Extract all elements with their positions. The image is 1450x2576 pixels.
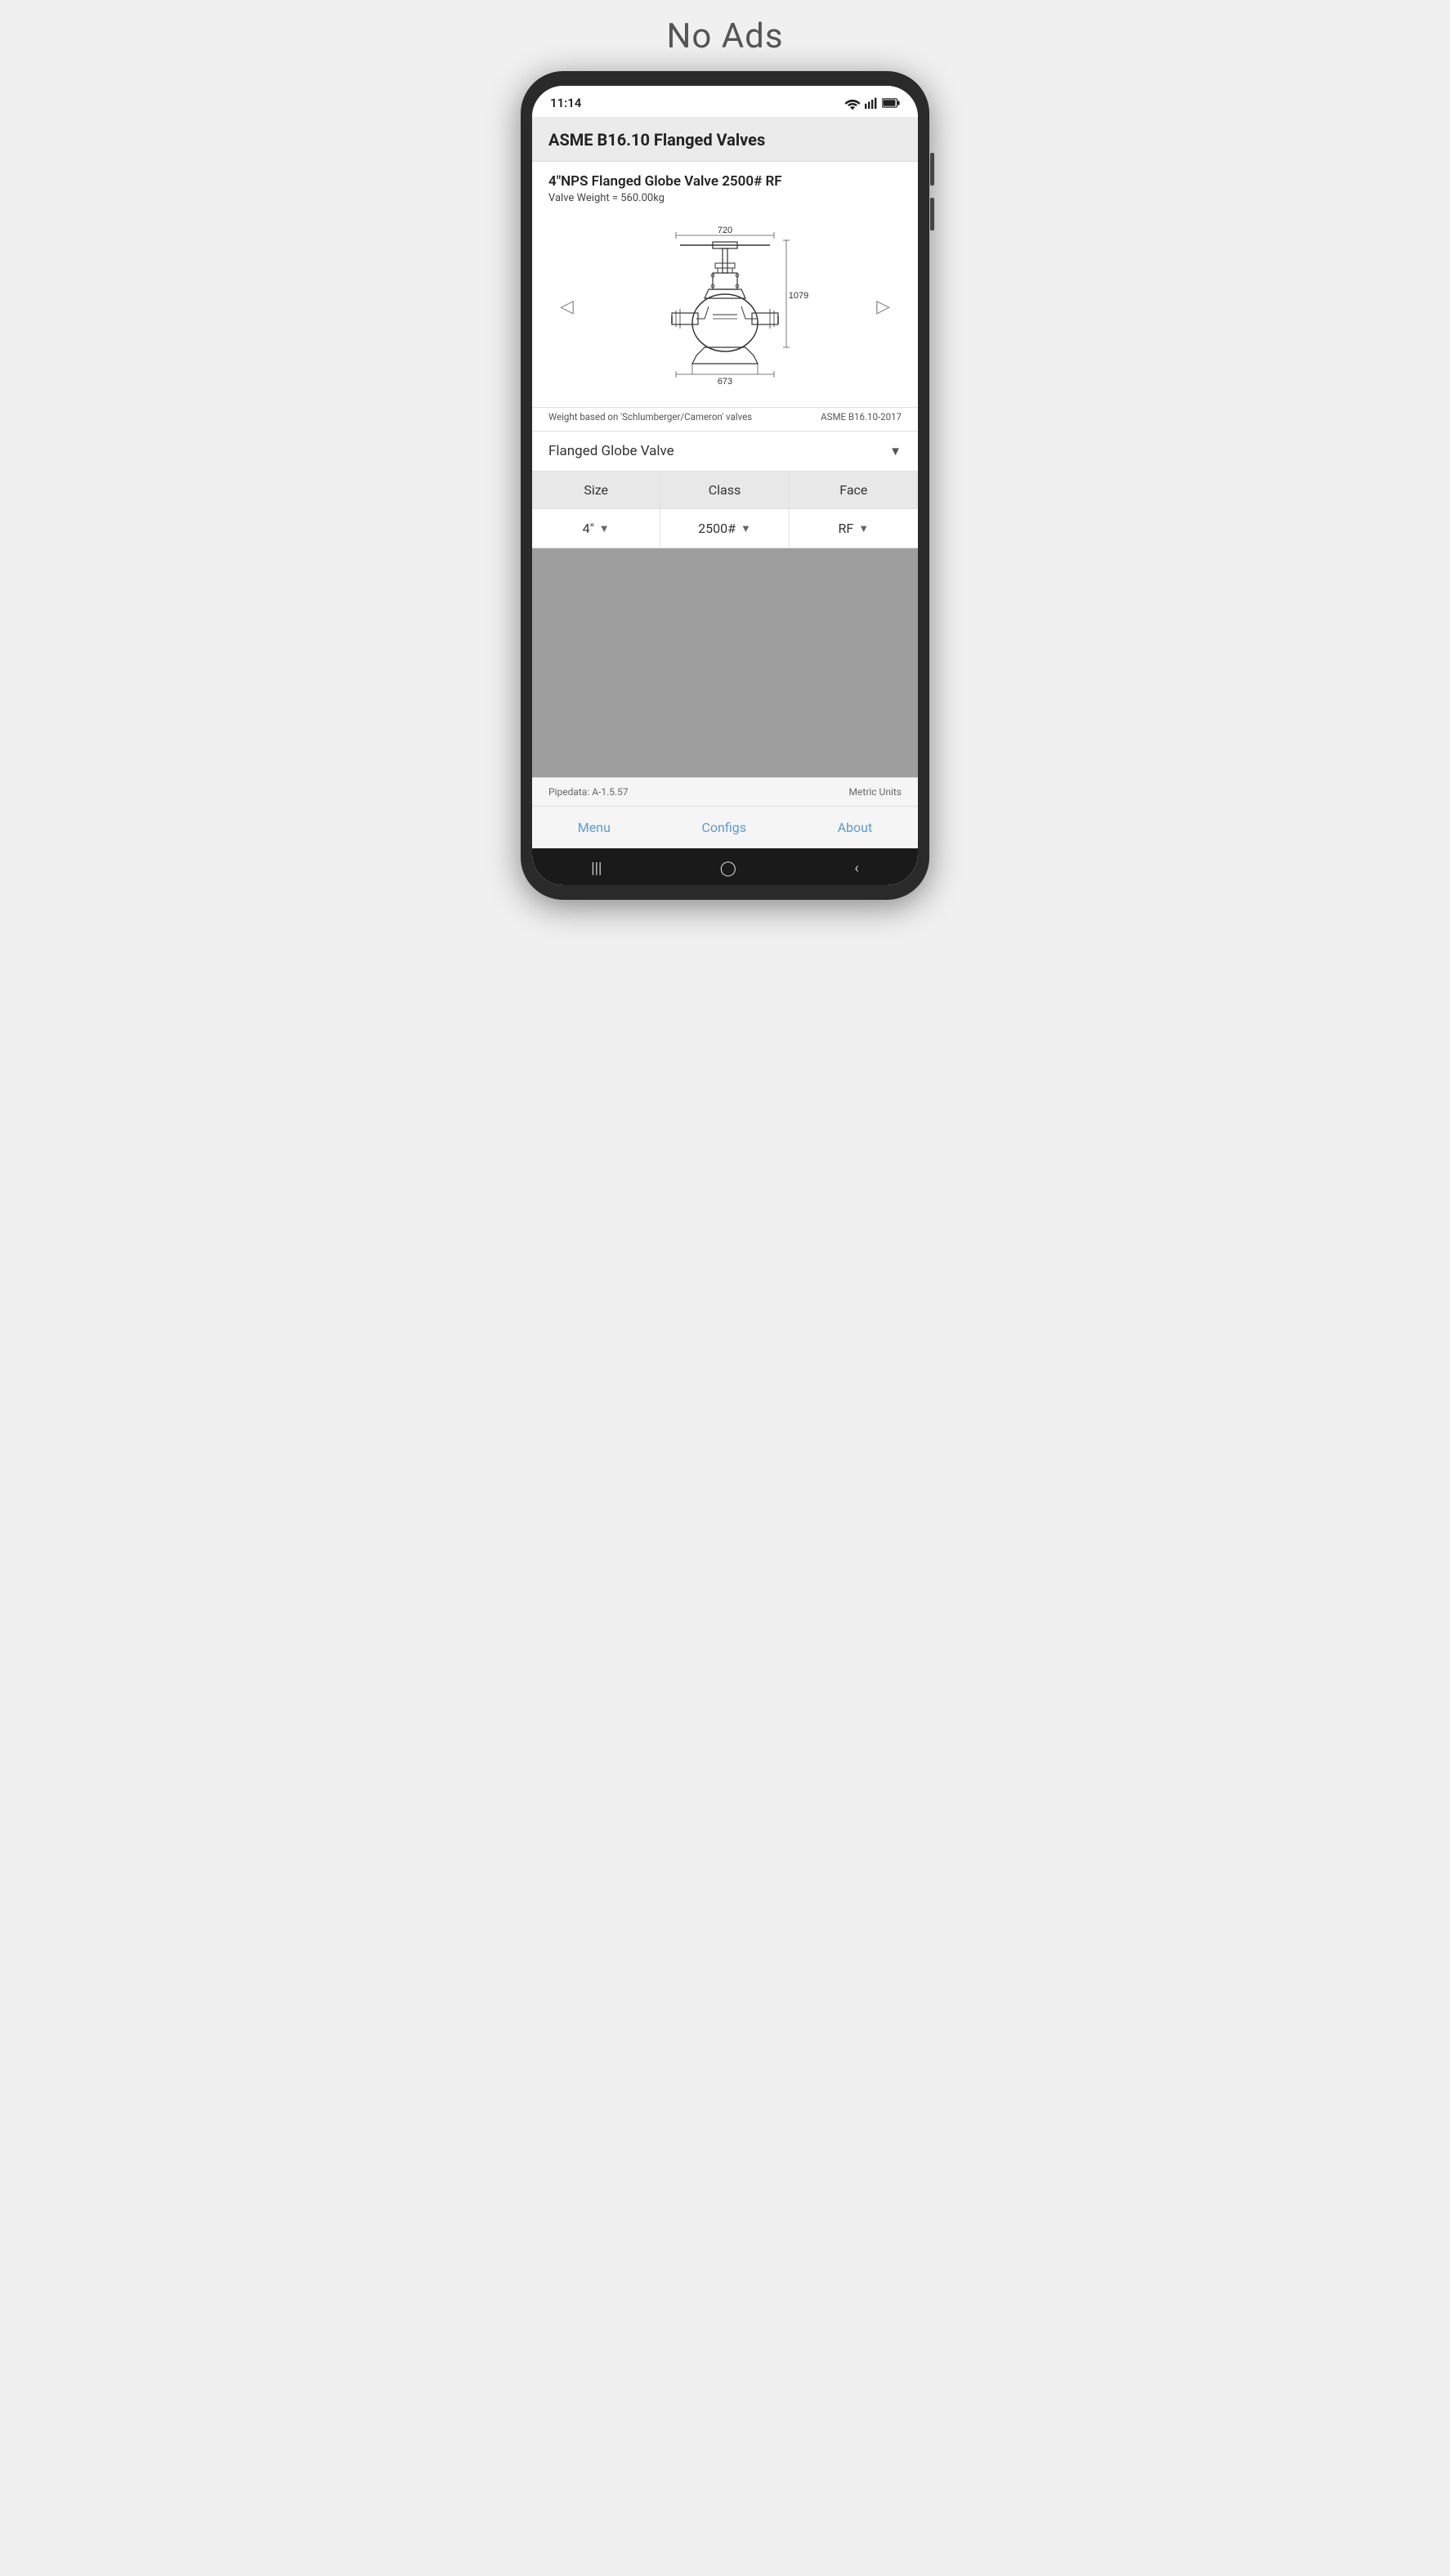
wifi-icon [844, 96, 861, 110]
app-header: ASME B16.10 Flanged Valves [532, 117, 918, 162]
volume-button-2 [930, 198, 934, 230]
status-bar: 11:14 [532, 86, 918, 117]
class-dropdown-icon: ▼ [741, 522, 751, 535]
valve-info: 4"NPS Flanged Globe Valve 2500# RF Valve… [532, 162, 918, 408]
content-area [532, 548, 918, 777]
signal-icon [865, 96, 878, 110]
android-recent-icon[interactable]: ||| [591, 860, 602, 877]
standard: ASME B16.10-2017 [821, 411, 902, 423]
android-nav-bar: ||| ◯ ‹ [532, 848, 918, 885]
face-selector[interactable]: RF ▼ [790, 509, 918, 548]
valve-type-label: Flanged Globe Valve [548, 443, 674, 459]
valve-type-dropdown[interactable]: Flanged Globe Valve ▼ [532, 432, 918, 472]
face-dropdown-icon: ▼ [858, 522, 869, 535]
valve-name: 4"NPS Flanged Globe Valve 2500# RF [548, 173, 902, 190]
size-dropdown-icon: ▼ [599, 522, 610, 535]
col-header-class: Class [660, 472, 789, 508]
bottom-status: Pipedata: A-1.5.57 Metric Units [532, 777, 918, 806]
app-title: ASME B16.10 Flanged Valves [548, 130, 765, 150]
face-value: RF [839, 521, 854, 536]
size-selector[interactable]: 4" ▼ [532, 509, 660, 548]
next-arrow[interactable]: ▷ [870, 288, 897, 325]
units-label: Metric Units [849, 786, 902, 798]
svg-text:720: 720 [718, 226, 732, 235]
weight-note: Weight based on 'Schlumberger/Cameron' v… [548, 411, 752, 423]
diagram-container: ◁ 720 1079 [548, 212, 902, 400]
battery-icon [882, 97, 900, 109]
phone-frame: 11:14 [521, 71, 929, 900]
table-header: Size Class Face [532, 472, 918, 509]
valve-weight: Valve Weight = 560.00kg [548, 192, 902, 204]
class-value: 2500# [698, 521, 736, 536]
menu-button[interactable]: Menu [562, 816, 627, 839]
svg-text:1079: 1079 [789, 291, 808, 301]
configs-button[interactable]: Configs [686, 816, 763, 839]
valve-diagram: 720 1079 673 [580, 221, 870, 392]
diagram-caption: Weight based on 'Schlumberger/Cameron' v… [532, 408, 918, 432]
android-home-icon[interactable]: ◯ [720, 860, 736, 877]
status-icons [844, 96, 900, 110]
valve-type-arrow-icon: ▼ [889, 444, 902, 458]
status-time: 11:14 [550, 96, 581, 110]
nav-bar: Menu Configs About [532, 806, 918, 848]
prev-arrow[interactable]: ◁ [553, 288, 580, 325]
no-ads-title: No Ads [666, 16, 783, 56]
svg-text:673: 673 [718, 377, 732, 387]
about-button[interactable]: About [821, 816, 889, 839]
size-value: 4" [583, 521, 594, 536]
class-selector[interactable]: 2500# ▼ [660, 509, 789, 548]
phone-screen: 11:14 [532, 86, 918, 885]
col-header-size: Size [532, 472, 660, 508]
col-header-face: Face [790, 472, 918, 508]
volume-button-1 [930, 153, 934, 186]
version-label: Pipedata: A-1.5.57 [548, 786, 629, 798]
table-row: 4" ▼ 2500# ▼ RF ▼ [532, 509, 918, 548]
android-back-icon[interactable]: ‹ [854, 860, 858, 877]
